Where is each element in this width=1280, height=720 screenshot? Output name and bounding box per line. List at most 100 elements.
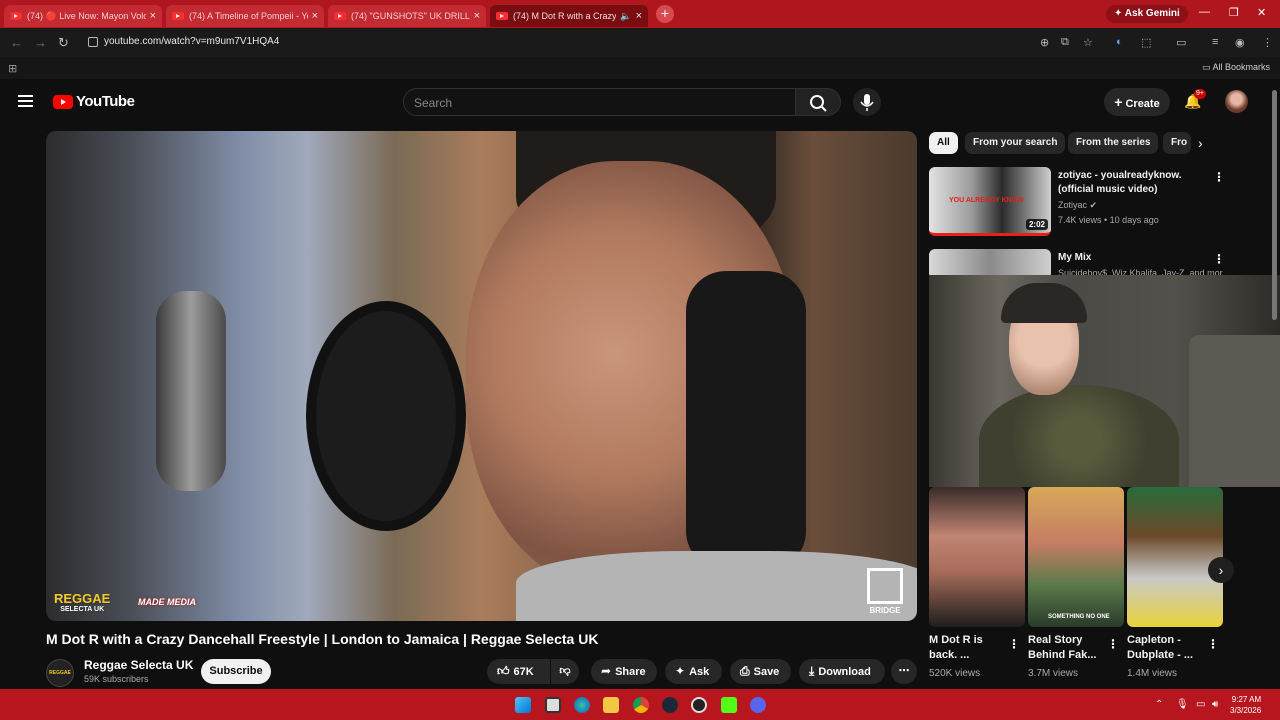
voice-search-button[interactable] xyxy=(853,88,881,116)
network-icon[interactable]: ▭ xyxy=(1196,699,1205,710)
tray-overflow-icon[interactable]: ⌃ xyxy=(1155,699,1163,710)
chevron-right-icon[interactable]: › xyxy=(1198,135,1203,151)
clock-time: 9:27 AM xyxy=(1231,695,1262,704)
new-tab-button[interactable]: + xyxy=(656,5,674,23)
channel-avatar[interactable]: REGGAE SELECTA xyxy=(46,659,74,702)
more-vertical-icon[interactable]: ⋮ xyxy=(1207,637,1219,651)
apps-grid-icon[interactable]: ⊞ xyxy=(8,62,17,75)
forward-icon[interactable]: → xyxy=(34,35,47,50)
chip-from[interactable]: Fro xyxy=(1163,132,1191,154)
bookmark-icon: ⎙ xyxy=(740,664,750,678)
all-bookmarks[interactable]: ▭ All Bookmarks xyxy=(1202,62,1270,73)
all-bookmarks-label: All Bookmarks xyxy=(1212,62,1270,72)
zoom-icon[interactable]: ⊕ xyxy=(1040,36,1049,49)
side-panel-icon[interactable]: ▭ xyxy=(1176,36,1186,49)
browser-tab-active[interactable]: (74) M Dot R with a Crazy D... 🔈 × xyxy=(490,5,648,27)
file-explorer-icon[interactable] xyxy=(603,697,619,713)
recommendation-title[interactable]: zotiyac - youalreadyknow. (official musi… xyxy=(1058,169,1208,197)
page-scrollbar[interactable] xyxy=(1272,90,1277,680)
extension-icon[interactable]: ◐ xyxy=(1116,36,1123,48)
more-vertical-icon[interactable]: ⋮ xyxy=(1107,637,1119,651)
scrollbar-thumb[interactable] xyxy=(1272,90,1277,320)
channel-name[interactable]: Reggae Selecta UK xyxy=(84,658,193,672)
windows-start-icon[interactable] xyxy=(515,697,531,713)
more-vertical-icon[interactable]: ⋮ xyxy=(1213,252,1225,266)
verified-icon: ✔ xyxy=(1089,200,1098,210)
chip-from-the-series[interactable]: From the series xyxy=(1068,132,1159,154)
volume-icon[interactable]: 🔊︎ xyxy=(1212,699,1218,710)
install-icon[interactable]: ⧉ xyxy=(1061,36,1069,49)
account-avatar[interactable] xyxy=(1225,90,1248,113)
speaker-icon[interactable]: 🔈 xyxy=(620,11,631,22)
chip-all[interactable]: All xyxy=(929,132,958,154)
reload-icon[interactable]: ↻ xyxy=(58,35,69,51)
close-tab-icon[interactable]: × xyxy=(150,10,156,22)
short-views: 520K views xyxy=(929,668,981,679)
restore-icon[interactable]: ❐ xyxy=(1229,6,1239,19)
site-info-icon[interactable] xyxy=(88,37,98,47)
bridge-watermark: BRIDGE xyxy=(865,568,905,615)
notifications-button[interactable]: 🔔 9+ xyxy=(1184,89,1206,110)
video-frame-detail xyxy=(686,271,806,571)
browser-tab[interactable]: (74) "GUNSHOTS" UK DRILL Fr... × xyxy=(328,5,486,27)
subscribe-button[interactable]: Subscribe xyxy=(201,659,271,684)
browser-tab[interactable]: (74) 🔴 Live Now: Mayon Volc... × xyxy=(4,5,162,27)
chevron-right-icon[interactable]: › xyxy=(1208,557,1234,583)
browser-tab[interactable]: (74) A Timeline of Pompeii - Yo... × xyxy=(166,5,324,27)
more-vertical-icon[interactable]: ⋮ xyxy=(1213,170,1225,184)
tab-title: (74) 🔴 Live Now: Mayon Volc... xyxy=(27,10,146,21)
download-label: Download xyxy=(818,666,871,678)
short-thumbnail[interactable] xyxy=(1127,487,1223,627)
search-input[interactable] xyxy=(404,89,795,117)
recommendation-thumbnail[interactable]: YOU ALREADY KNOW 2:02 xyxy=(929,167,1051,236)
short-title[interactable]: M Dot R is back. ... xyxy=(929,633,1007,663)
short-thumbnail[interactable] xyxy=(929,487,1025,627)
back-icon[interactable]: ← xyxy=(10,35,23,50)
close-tab-icon[interactable]: × xyxy=(636,10,642,22)
download-icon: ⤓ xyxy=(809,664,815,678)
close-window-icon[interactable]: ✕ xyxy=(1257,6,1266,19)
short-thumbnail[interactable]: SOMETHING NO ONE xyxy=(1028,487,1124,627)
download-button[interactable]: ⤓ Download xyxy=(799,659,885,684)
short-views: 3.7M views xyxy=(1028,668,1079,679)
microphone-tray-icon[interactable]: 🎙︎ xyxy=(1176,699,1189,710)
discord-icon[interactable] xyxy=(750,697,766,713)
save-button[interactable]: ⎙ Save xyxy=(730,659,791,684)
youtube-logo[interactable]: YouTube xyxy=(53,93,135,110)
like-button[interactable]: 👍︎ 67K xyxy=(487,659,550,684)
recommendation-channel[interactable]: Zotiyac ✔ xyxy=(1058,200,1097,211)
short-title[interactable]: Real Story Behind Fak... xyxy=(1028,633,1106,663)
share-button[interactable]: ➦ Share xyxy=(591,659,657,684)
edge-browser-icon[interactable] xyxy=(574,697,590,713)
close-tab-icon[interactable]: × xyxy=(474,10,480,22)
mix-title[interactable]: My Mix xyxy=(1058,251,1091,265)
watermark-text: REGGAE xyxy=(54,591,111,606)
obs-studio-icon[interactable] xyxy=(691,697,707,713)
windows-taskbar: ⌃ 🎙︎ ▭ 🔊︎ 9:27 AM 3/3/2026 xyxy=(0,689,1280,720)
url-field[interactable]: youtube.com/watch?v=m9um7V1HQA4 xyxy=(82,32,1102,53)
search-button[interactable] xyxy=(795,88,841,116)
hamburger-menu-icon[interactable] xyxy=(18,95,33,107)
profile-icon[interactable]: ◉ xyxy=(1235,36,1245,49)
minimize-icon[interactable]: — xyxy=(1199,6,1210,18)
create-button[interactable]: + Create xyxy=(1104,88,1170,116)
video-player[interactable]: REGGAE SELECTA UK MADE MEDIA BRIDGE xyxy=(46,131,917,621)
ask-gemini-button[interactable]: ✦ Ask Gemini xyxy=(1106,5,1188,23)
webcam-overlay xyxy=(929,275,1280,487)
system-clock[interactable]: 9:27 AM 3/3/2026 xyxy=(1230,694,1261,716)
close-tab-icon[interactable]: × xyxy=(312,10,318,22)
more-actions-button[interactable]: ⋯ xyxy=(891,659,917,684)
more-vertical-icon[interactable]: ⋮ xyxy=(1008,637,1020,651)
bookmark-star-icon[interactable]: ☆ xyxy=(1083,36,1093,49)
reading-list-icon[interactable]: ≡ xyxy=(1212,36,1218,48)
kick-icon[interactable] xyxy=(721,697,737,713)
dislike-button[interactable]: 👎︎ xyxy=(551,659,579,684)
ask-button[interactable]: ✦ Ask xyxy=(665,659,722,684)
menu-kebab-icon[interactable]: ⋮ xyxy=(1262,36,1273,49)
chrome-browser-icon[interactable] xyxy=(633,697,649,713)
chip-from-your-search[interactable]: From your search xyxy=(965,132,1066,154)
task-view-icon[interactable] xyxy=(545,697,561,713)
steam-icon[interactable] xyxy=(662,697,678,713)
short-title[interactable]: Capleton - Dubplate - ... xyxy=(1127,633,1205,663)
extensions-puzzle-icon[interactable]: ⬚ xyxy=(1141,36,1151,49)
